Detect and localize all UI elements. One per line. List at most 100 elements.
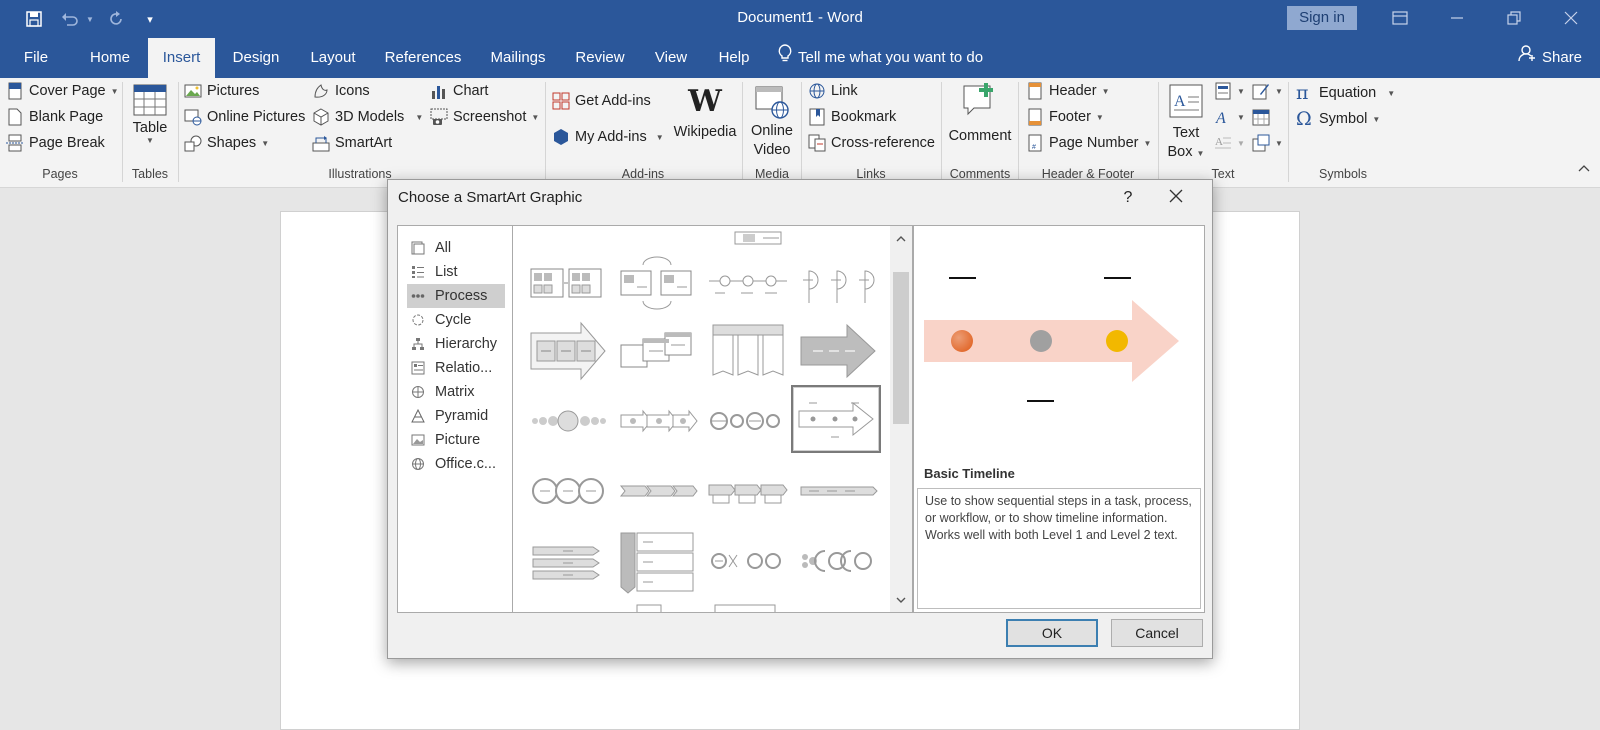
- layout-thumbnail[interactable]: [703, 317, 793, 385]
- layout-thumbnail[interactable]: [703, 527, 793, 595]
- my-add-ins-button[interactable]: My Add-ins ▼: [552, 128, 664, 146]
- close-window-icon[interactable]: [1551, 4, 1591, 32]
- tab-design[interactable]: Design: [226, 38, 286, 78]
- layout-thumbnail[interactable]: [613, 457, 703, 525]
- smartart-button[interactable]: SmartArt: [312, 134, 392, 152]
- scroll-down-icon[interactable]: [890, 590, 912, 610]
- pictures-button[interactable]: Pictures: [184, 82, 259, 100]
- date-time-button[interactable]: [1252, 108, 1270, 126]
- category-relationship[interactable]: Relatio...: [407, 356, 505, 380]
- minimize-icon[interactable]: [1437, 4, 1477, 32]
- undo-dropdown-icon[interactable]: ▼: [84, 7, 96, 31]
- layout-thumbnail[interactable]: [613, 597, 703, 612]
- category-list-item[interactable]: List: [407, 260, 505, 284]
- layout-thumbnail[interactable]: [523, 457, 613, 525]
- cover-page-button[interactable]: Cover Page ▼: [6, 82, 119, 100]
- comment-icon: [962, 82, 998, 122]
- help-button[interactable]: ?: [1114, 184, 1142, 212]
- cross-reference-button[interactable]: Cross-reference: [808, 134, 935, 152]
- layout-thumbnail[interactable]: [703, 457, 793, 525]
- layout-thumbnail[interactable]: [613, 387, 703, 455]
- layout-thumbnail[interactable]: [613, 527, 703, 595]
- layout-thumbnail[interactable]: [793, 317, 883, 385]
- layout-thumbnail[interactable]: [793, 527, 883, 595]
- layout-thumbnail[interactable]: [703, 247, 793, 315]
- category-hierarchy[interactable]: Hierarchy: [407, 332, 505, 356]
- layout-thumbnail[interactable]: [523, 247, 613, 315]
- layout-thumbnail[interactable]: [523, 317, 613, 385]
- layout-thumbnail[interactable]: [613, 317, 703, 385]
- header-button[interactable]: Header ▼: [1026, 82, 1109, 100]
- redo-icon[interactable]: [104, 7, 128, 31]
- category-cycle[interactable]: Cycle: [407, 308, 505, 332]
- sign-in-button[interactable]: Sign in: [1287, 6, 1357, 30]
- ok-button[interactable]: OK: [1006, 619, 1098, 647]
- tab-insert[interactable]: Insert: [148, 38, 215, 78]
- screenshot-button[interactable]: Screenshot ▼: [430, 108, 539, 126]
- cancel-button[interactable]: Cancel: [1111, 619, 1203, 647]
- smartart-label: SmartArt: [335, 135, 393, 151]
- quick-parts-button[interactable]: ▼: [1214, 82, 1245, 100]
- symbol-button[interactable]: Ω Symbol ▼: [1296, 108, 1380, 130]
- layout-thumbnail[interactable]: [523, 387, 613, 455]
- drop-cap-button[interactable]: A ▼: [1214, 134, 1245, 152]
- tab-mailings[interactable]: Mailings: [483, 38, 553, 78]
- tell-me-search[interactable]: Tell me what you want to do: [778, 38, 983, 78]
- save-icon[interactable]: [22, 7, 46, 31]
- tab-home[interactable]: Home: [80, 38, 140, 78]
- tab-references[interactable]: References: [380, 38, 466, 78]
- gallery-scrollbar[interactable]: [890, 226, 912, 612]
- layout-thumbnail[interactable]: [793, 457, 883, 525]
- pyramid-icon: [411, 408, 425, 423]
- page-break-button[interactable]: Page Break: [6, 134, 105, 152]
- wikipedia-button[interactable]: W Wikipedia: [670, 84, 740, 140]
- tab-layout[interactable]: Layout: [303, 38, 363, 78]
- layout-thumbnail[interactable]: [703, 597, 793, 612]
- category-pyramid[interactable]: Pyramid: [407, 404, 505, 428]
- tab-file[interactable]: File: [14, 38, 58, 78]
- layout-thumbnail[interactable]: [523, 527, 613, 595]
- footer-button[interactable]: Footer ▼: [1026, 108, 1104, 126]
- chart-button[interactable]: Chart: [430, 82, 488, 100]
- layout-thumbnail[interactable]: [793, 247, 883, 315]
- link-button[interactable]: Link: [808, 82, 858, 100]
- dialog-close-button[interactable]: [1160, 184, 1192, 212]
- blank-page-button[interactable]: Blank Page: [6, 108, 103, 126]
- tab-review[interactable]: Review: [570, 38, 630, 78]
- restore-icon[interactable]: [1494, 4, 1534, 32]
- category-label: Hierarchy: [435, 336, 498, 352]
- layout-thumbnail[interactable]: [613, 247, 703, 315]
- layout-thumbnail[interactable]: [703, 387, 793, 455]
- tab-view[interactable]: View: [647, 38, 695, 78]
- online-pictures-button[interactable]: Online Pictures: [184, 108, 305, 126]
- bookmark-button[interactable]: Bookmark: [808, 108, 896, 126]
- text-box-label-line2: Box ▼: [1167, 144, 1205, 160]
- customize-quick-access-icon[interactable]: ▾: [140, 7, 160, 31]
- ribbon-display-options-icon[interactable]: [1380, 4, 1420, 32]
- scroll-thumb[interactable]: [893, 272, 909, 424]
- category-picture[interactable]: Picture: [407, 428, 505, 452]
- category-all[interactable]: All: [407, 236, 505, 260]
- online-video-button[interactable]: Online Video: [748, 84, 796, 160]
- tab-help[interactable]: Help: [710, 38, 758, 78]
- 3d-models-button[interactable]: 3D Models ▼: [312, 108, 423, 126]
- category-process[interactable]: Process: [407, 284, 505, 308]
- scroll-up-icon[interactable]: [890, 228, 912, 248]
- undo-icon[interactable]: [58, 7, 82, 31]
- category-matrix[interactable]: Matrix: [407, 380, 505, 404]
- category-office-com[interactable]: Office.c...: [407, 452, 505, 476]
- layout-thumbnail-basic-timeline[interactable]: [791, 385, 881, 453]
- shapes-button[interactable]: Shapes ▼: [184, 134, 269, 152]
- equation-button[interactable]: π Equation ▼: [1296, 82, 1395, 104]
- page-number-button[interactable]: # Page Number ▼: [1026, 134, 1151, 152]
- share-button[interactable]: Share: [1518, 38, 1582, 78]
- text-box-button[interactable]: A Text Box ▼: [1162, 84, 1210, 163]
- collapse-ribbon-icon[interactable]: [1578, 164, 1590, 172]
- comment-button[interactable]: Comment: [944, 82, 1016, 144]
- object-button[interactable]: ▼: [1252, 134, 1283, 152]
- get-add-ins-button[interactable]: Get Add-ins: [552, 92, 651, 110]
- wordart-button[interactable]: A ▼: [1214, 108, 1245, 127]
- icons-button[interactable]: Icons: [312, 82, 370, 100]
- signature-line-button[interactable]: ▼: [1252, 82, 1283, 100]
- table-button[interactable]: Table ▼: [128, 84, 172, 145]
